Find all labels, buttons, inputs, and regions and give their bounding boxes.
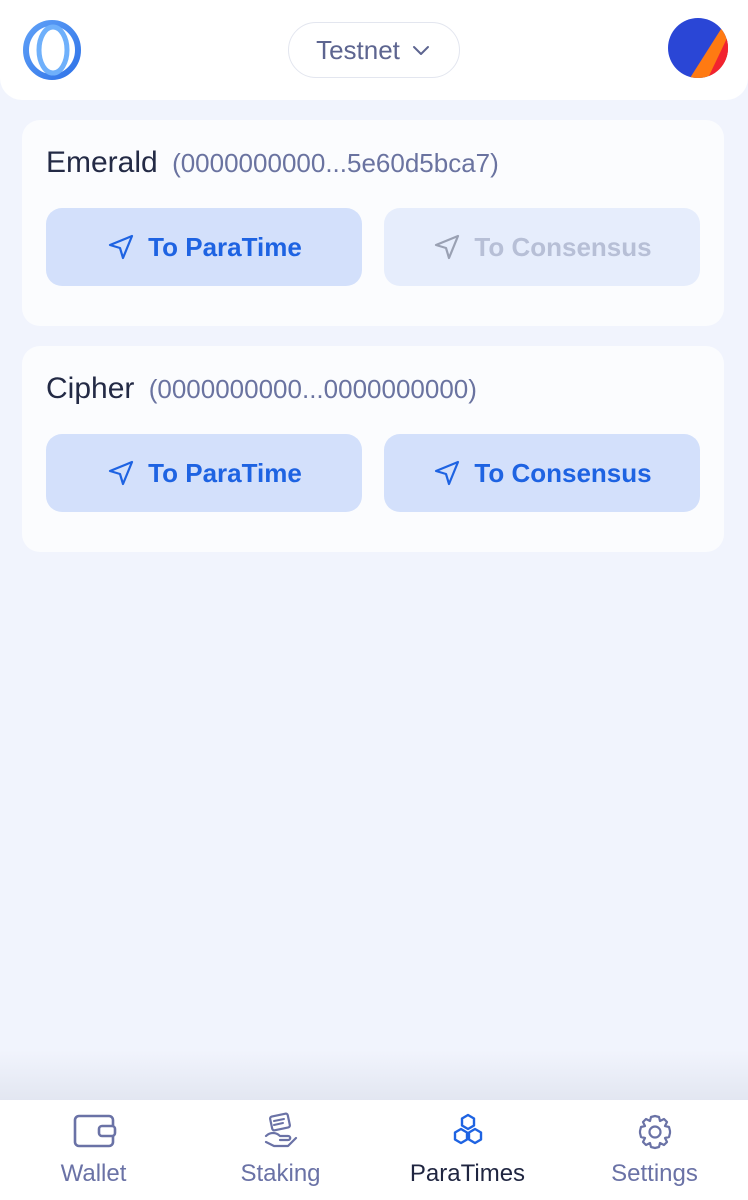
gear-icon [638, 1114, 671, 1150]
wallet-icon [73, 1114, 116, 1148]
to-consensus-button[interactable]: To Consensus [384, 208, 700, 286]
nav-label: Staking [240, 1160, 321, 1187]
nav-label: ParaTimes [409, 1160, 526, 1187]
paratime-address: (0000000000...5e60d5bca7) [172, 148, 499, 178]
nav-item-wallet[interactable]: Wallet [0, 1100, 187, 1200]
paratime-title: Emerald (0000000000...5e60d5bca7) [46, 146, 499, 180]
to-paratime-label: To ParaTime [148, 457, 302, 488]
nav-item-paratimes[interactable]: ParaTimes [374, 1100, 561, 1200]
nav-item-settings[interactable]: Settings [561, 1100, 748, 1200]
send-icon [435, 234, 460, 260]
to-consensus-button[interactable]: To Consensus [384, 434, 700, 512]
chevron-down-icon [412, 46, 429, 55]
to-paratime-label: To ParaTime [148, 231, 302, 262]
top-header: Testnet [0, 0, 748, 100]
paratimes-icon [453, 1113, 482, 1145]
send-icon [435, 460, 460, 486]
paratime-name: Cipher [46, 372, 135, 405]
nav-label: Wallet [60, 1160, 127, 1187]
paratime-name: Emerald [46, 146, 158, 179]
paratime-card-cipher: Cipher (0000000000...0000000000) To Para… [22, 346, 724, 552]
nav-shadow [0, 1050, 748, 1100]
to-paratime-button[interactable]: To ParaTime [46, 434, 362, 512]
send-icon [109, 234, 134, 260]
paratime-title: Cipher (0000000000...0000000000) [46, 372, 477, 406]
account-avatar-icon[interactable] [668, 18, 728, 78]
bottom-nav: Wallet Staking ParaTimes Settings [0, 1100, 748, 1200]
nav-item-staking[interactable]: Staking [187, 1100, 374, 1200]
paratime-card-emerald: Emerald (0000000000...5e60d5bca7) To Par… [22, 120, 724, 326]
oasis-logo-icon[interactable] [22, 20, 82, 80]
network-selector[interactable]: Testnet [288, 22, 460, 78]
to-consensus-label: To Consensus [474, 457, 652, 488]
staking-icon [264, 1112, 297, 1148]
to-consensus-label: To Consensus [474, 231, 652, 262]
paratime-address: (0000000000...0000000000) [148, 374, 477, 404]
nav-label: Settings [611, 1160, 698, 1187]
network-label: Testnet [316, 34, 400, 65]
send-icon [109, 460, 134, 486]
to-paratime-button[interactable]: To ParaTime [46, 208, 362, 286]
